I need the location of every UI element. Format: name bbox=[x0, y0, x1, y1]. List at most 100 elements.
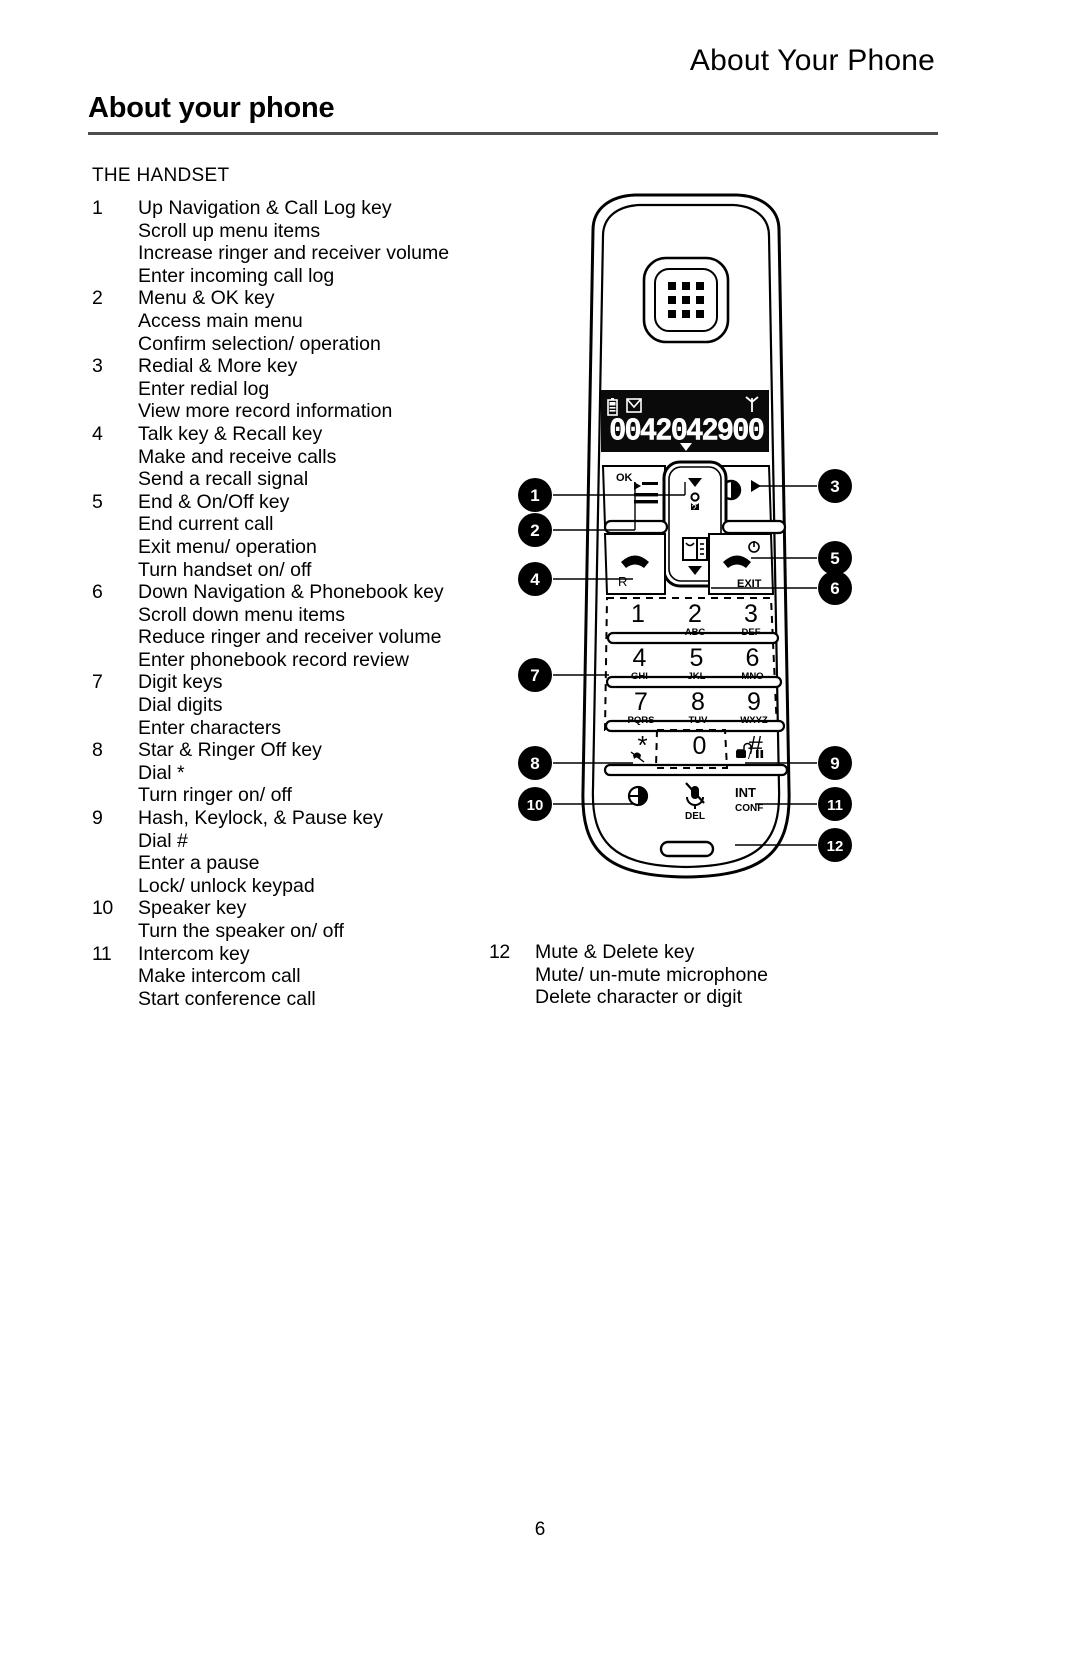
entry-number: 3 bbox=[92, 355, 103, 378]
entry-number: 8 bbox=[92, 739, 103, 762]
keypad-letters: DEF bbox=[742, 627, 761, 638]
speaker-icon bbox=[627, 785, 649, 807]
page-title: About your phone bbox=[88, 92, 335, 124]
entry-title: End & On/Off key bbox=[138, 490, 290, 513]
handset-key-entry: 11 Intercom key Make intercom call Start co… bbox=[92, 943, 512, 1011]
keypad-digit[interactable]: 2 bbox=[688, 600, 702, 628]
entry-title: Star & Ringer Off key bbox=[138, 739, 322, 762]
entry-subline: Enter characters bbox=[138, 716, 282, 739]
exit-label: EXIT bbox=[737, 578, 762, 590]
entry-subline: Enter a pause bbox=[138, 852, 260, 875]
entry-subline: Reduce ringer and receiver volume bbox=[138, 626, 442, 649]
keypad-digit[interactable]: 7 bbox=[634, 688, 648, 716]
entry-subline: Turn the speaker on/ off bbox=[138, 920, 344, 942]
earpiece-speaker-grille bbox=[668, 282, 704, 318]
keypad-letters: JKL bbox=[688, 671, 706, 682]
entry-title: Mute & Delete key bbox=[535, 941, 695, 963]
entry-subline: Increase ringer and receiver volume bbox=[138, 242, 450, 265]
entry-number: 2 bbox=[92, 287, 103, 310]
keypad-digit[interactable]: 1 bbox=[631, 600, 645, 628]
entry-subline: Enter redial log bbox=[138, 377, 270, 400]
handset-key-entry: 7 Digit keys Dial digits Enter characters bbox=[92, 671, 512, 739]
entry-number: 7 bbox=[92, 671, 103, 694]
keypad-letters: ABC bbox=[685, 627, 706, 638]
entry-subline: Turn ringer on/ off bbox=[138, 784, 292, 807]
entry-subline: Dial * bbox=[138, 761, 185, 784]
entry-subline: Enter incoming call log bbox=[138, 264, 335, 287]
keypad-letters: TUV bbox=[689, 715, 709, 726]
entry-subline: End current call bbox=[138, 513, 274, 536]
keypad-digit[interactable]: 6 bbox=[746, 644, 760, 672]
recall-label: R bbox=[618, 574, 627, 589]
entry-title: Speaker key bbox=[138, 897, 247, 920]
entry-subline: Lock/ unlock keypad bbox=[138, 874, 315, 897]
handset-key-entry: 12 Mute & Delete key Mute/ un-mute microph… bbox=[489, 941, 889, 1009]
entry-title: Menu & OK key bbox=[138, 287, 275, 310]
entry-number: 4 bbox=[92, 422, 103, 445]
manual-page: About Your Phone About your phone THE HA… bbox=[0, 0, 1080, 1669]
keypad-digit[interactable]: 5 bbox=[690, 644, 704, 672]
entry-title: Hash, Keylock, & Pause key bbox=[138, 807, 383, 830]
entry-subline: Mute/ un-mute microphone bbox=[535, 963, 769, 986]
entry-number: 6 bbox=[92, 581, 103, 604]
entry-number: 11 bbox=[92, 942, 112, 965]
handset-key-list-right: 12 Mute & Delete key Mute/ un-mute microph… bbox=[489, 941, 889, 1009]
handset-key-entry: 6 Down Navigation & Phonebook key Scroll d… bbox=[92, 581, 512, 671]
handset-key-entry: 3 Redial & More key Enter redial log View m… bbox=[92, 355, 512, 423]
keypad-digit[interactable]: 9 bbox=[747, 688, 761, 716]
entry-subline: Make intercom call bbox=[138, 965, 301, 988]
keypad-digit[interactable]: 8 bbox=[691, 688, 705, 716]
intercom-label-bottom: CONF bbox=[735, 803, 763, 814]
entry-subline: Delete character or digit bbox=[535, 986, 743, 1009]
entry-subline: Make and receive calls bbox=[138, 445, 337, 468]
keypad-digit[interactable]: 3 bbox=[744, 600, 758, 628]
entry-subline: Dial digits bbox=[138, 694, 223, 717]
handset-key-entry: 10 Speaker key Turn the speaker on/ off bbox=[92, 897, 512, 942]
entry-subline: View more record information bbox=[138, 400, 393, 423]
entry-subline: Scroll up menu items bbox=[138, 219, 321, 242]
entry-title: Digit keys bbox=[138, 671, 223, 694]
keypad-letters: WXYZ bbox=[740, 715, 768, 726]
handset-key-entry: 1 Up Navigation & Call Log key Scroll up m… bbox=[92, 197, 512, 287]
entry-title: Intercom key bbox=[138, 942, 250, 965]
entry-subline: Enter phonebook record review bbox=[138, 648, 409, 671]
keypad-digit[interactable]: 4 bbox=[633, 644, 647, 672]
entry-number: 5 bbox=[92, 490, 103, 513]
entry-subline: Start conference call bbox=[138, 987, 316, 1010]
entry-number: 1 bbox=[92, 197, 103, 219]
entry-subline: Dial # bbox=[138, 829, 188, 852]
microphone-slot bbox=[659, 840, 715, 858]
entry-number: 12 bbox=[489, 941, 510, 963]
running-head: About Your Phone bbox=[689, 44, 935, 77]
delete-label: DEL bbox=[685, 811, 705, 822]
entry-title: Up Navigation & Call Log key bbox=[138, 197, 392, 219]
handset-key-entry: 2 Menu & OK key Access main menu Confirm se… bbox=[92, 287, 512, 355]
handset-key-entry: 5 End & On/Off key End current call Exit me… bbox=[92, 491, 512, 581]
keypad-letters: PQRS bbox=[628, 715, 655, 726]
entry-subline: Exit menu/ operation bbox=[138, 535, 317, 558]
entry-title: Down Navigation & Phonebook key bbox=[138, 581, 444, 604]
intercom-label-top: INT bbox=[735, 785, 756, 800]
entry-subline: Access main menu bbox=[138, 309, 303, 332]
handset-key-entry: 4 Talk key & Recall key Make and receive c… bbox=[92, 423, 512, 491]
entry-subline: Send a recall signal bbox=[138, 468, 309, 491]
ok-key-label: OK bbox=[616, 472, 633, 484]
handset-illustration: 0042042900 OK ? R EXIT 1 2 ABC 3 DEF 4 G… bbox=[505, 190, 865, 890]
title-divider bbox=[88, 132, 938, 135]
keypad-letters: GHI bbox=[631, 671, 648, 682]
entry-subline: Scroll down menu items bbox=[138, 603, 345, 626]
keypad-digit[interactable]: 0 bbox=[693, 732, 707, 760]
entry-subline: Turn handset on/ off bbox=[138, 558, 312, 581]
entry-title: Redial & More key bbox=[138, 355, 298, 378]
entry-number: 9 bbox=[92, 807, 103, 830]
entry-subline: Confirm selection/ operation bbox=[138, 332, 381, 355]
svg-text:?: ? bbox=[692, 503, 697, 513]
handset-key-entry: 9 Hash, Keylock, & Pause key Dial # Enter a… bbox=[92, 807, 512, 897]
page-number: 6 bbox=[534, 1519, 546, 1540]
keypad-letters: MNO bbox=[741, 671, 763, 682]
entry-title: Talk key & Recall key bbox=[138, 422, 323, 445]
entry-number: 10 bbox=[92, 897, 113, 920]
handset-key-entry: 8 Star & Ringer Off key Dial * Turn ringer … bbox=[92, 739, 512, 807]
handset-key-list-left: 1 Up Navigation & Call Log key Scroll up m… bbox=[92, 197, 512, 1010]
section-label: THE HANDSET bbox=[92, 165, 230, 186]
